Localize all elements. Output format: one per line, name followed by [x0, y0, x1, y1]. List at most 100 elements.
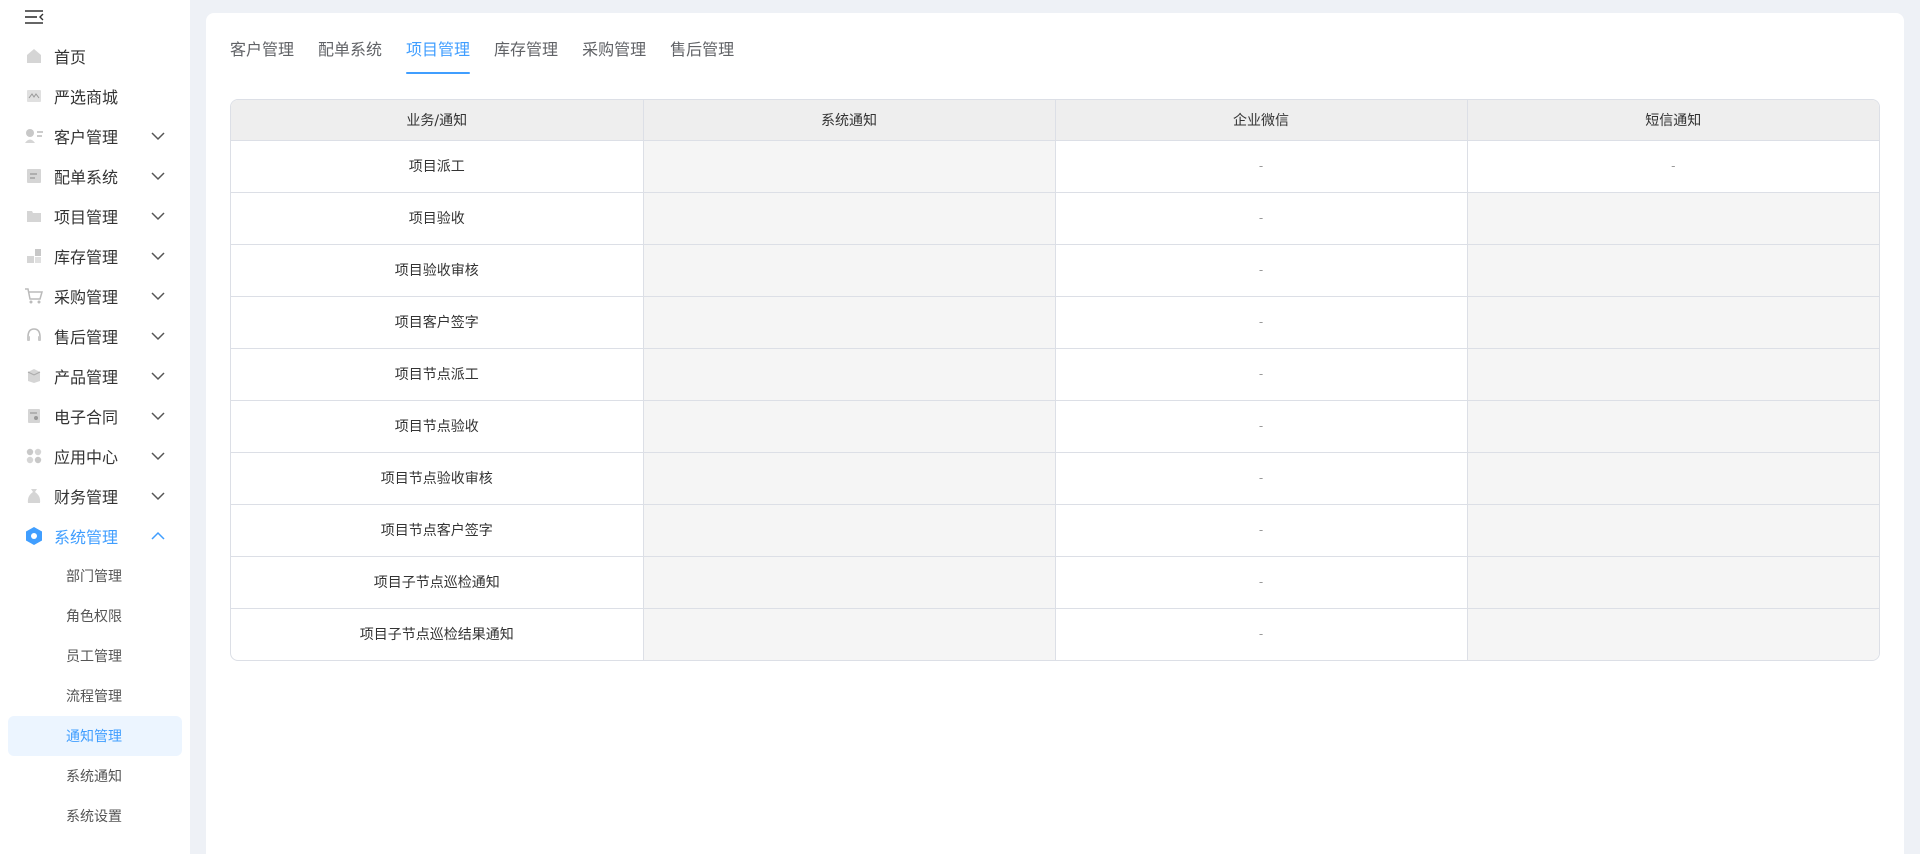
wecom-cell: - [1055, 244, 1468, 297]
table-row: 项目验收审核 - [231, 244, 1879, 297]
sidebar-item-label: 产品管理 [54, 368, 119, 387]
sidebar-item-label: 应用中心 [54, 448, 119, 467]
cart-icon [24, 286, 44, 306]
wecom-cell: - [1055, 608, 1468, 660]
chevron-down-icon [150, 488, 166, 504]
submenu-item-department[interactable]: 部门管理 [0, 556, 190, 596]
store-icon [24, 86, 44, 106]
row-business-name: 项目子节点巡检结果通知 [231, 608, 644, 660]
wecom-cell: - [1055, 296, 1468, 349]
tab-order-system[interactable]: 配单系统 [318, 38, 382, 86]
system-notice-cell [643, 244, 1056, 297]
row-business-name: 项目验收审核 [231, 244, 644, 297]
system-notice-cell [643, 400, 1056, 453]
system-notice-cell [643, 556, 1056, 609]
tab-after-sales[interactable]: 售后管理 [670, 38, 734, 86]
order-icon [24, 166, 44, 186]
sms-cell [1467, 452, 1879, 505]
sidebar-item-apps[interactable]: 应用中心 [0, 436, 190, 476]
row-business-name: 项目验收 [231, 192, 644, 245]
chevron-down-icon [150, 328, 166, 344]
apps-icon [24, 446, 44, 466]
tab-inventory[interactable]: 库存管理 [494, 38, 558, 86]
submenu-item-notification-management[interactable]: 通知管理 [8, 716, 182, 756]
system-notice-cell [643, 348, 1056, 401]
wecom-cell: - [1055, 192, 1468, 245]
system-notice-cell [643, 296, 1056, 349]
sidebar-item-label: 首页 [54, 48, 87, 67]
tab-purchase[interactable]: 采购管理 [582, 38, 646, 86]
submenu-item-workflow[interactable]: 流程管理 [0, 676, 190, 716]
sidebar-item-store[interactable]: 严选商城 [0, 76, 190, 116]
sidebar-item-system[interactable]: 系统管理 [0, 516, 190, 556]
wecom-cell: - [1055, 504, 1468, 557]
sidebar-item-label: 电子合同 [54, 408, 119, 427]
table-row: 项目节点派工 - [231, 348, 1879, 401]
sms-cell [1467, 244, 1879, 297]
folder-icon [24, 206, 44, 226]
sidebar-item-project[interactable]: 项目管理 [0, 196, 190, 236]
submenu-item-system-settings[interactable]: 系统设置 [0, 796, 190, 836]
system-notice-cell [643, 140, 1056, 193]
wecom-cell: - [1055, 556, 1468, 609]
customer-icon [24, 126, 44, 146]
row-business-name: 项目节点验收 [231, 400, 644, 453]
submenu-item-employees[interactable]: 员工管理 [0, 636, 190, 676]
sidebar-item-inventory[interactable]: 库存管理 [0, 236, 190, 276]
table-row: 项目节点验收审核 - [231, 452, 1879, 505]
sms-cell [1467, 504, 1879, 557]
sms-cell [1467, 556, 1879, 609]
sidebar-item-finance[interactable]: 财务管理 [0, 476, 190, 516]
sms-cell [1467, 400, 1879, 453]
sidebar: 首页 严选商城 客户管理 配单系统 项目管理 库存管理 采购管理 售后管理 产品… [0, 0, 190, 854]
sms-cell [1467, 296, 1879, 349]
inventory-icon [24, 246, 44, 266]
sidebar-item-order-system[interactable]: 配单系统 [0, 156, 190, 196]
table-row: 项目派工 - - [231, 140, 1879, 193]
module-tabs: 客户管理 配单系统 项目管理 库存管理 采购管理 售后管理 [230, 38, 758, 86]
finance-icon [24, 486, 44, 506]
sidebar-item-label: 客户管理 [54, 128, 119, 147]
sidebar-item-contract[interactable]: 电子合同 [0, 396, 190, 436]
row-business-name: 项目派工 [231, 140, 644, 193]
tab-customer[interactable]: 客户管理 [230, 38, 294, 86]
column-header-system-notice: 系统通知 [643, 100, 1056, 141]
chevron-down-icon [150, 408, 166, 424]
submenu-item-system-notice[interactable]: 系统通知 [0, 756, 190, 796]
row-business-name: 项目节点验收审核 [231, 452, 644, 505]
column-header-business: 业务/通知 [231, 100, 644, 141]
table-row: 项目节点验收 - [231, 400, 1879, 453]
chevron-down-icon [150, 288, 166, 304]
sidebar-item-after-sales[interactable]: 售后管理 [0, 316, 190, 356]
submenu-item-roles[interactable]: 角色权限 [0, 596, 190, 636]
wecom-cell: - [1055, 140, 1468, 193]
table-row: 项目客户签字 - [231, 296, 1879, 349]
sidebar-item-customer[interactable]: 客户管理 [0, 116, 190, 156]
headset-icon [24, 326, 44, 346]
chevron-down-icon [150, 168, 166, 184]
wecom-cell: - [1055, 348, 1468, 401]
column-header-wecom: 企业微信 [1055, 100, 1468, 141]
home-icon [24, 46, 44, 66]
sidebar-item-label: 财务管理 [54, 488, 119, 507]
sidebar-item-label: 系统管理 [54, 528, 119, 547]
sidebar-item-home[interactable]: 首页 [0, 36, 190, 76]
chevron-up-icon [150, 528, 166, 544]
system-notice-cell [643, 192, 1056, 245]
tab-project[interactable]: 项目管理 [406, 38, 471, 86]
sidebar-item-purchase[interactable]: 采购管理 [0, 276, 190, 316]
row-business-name: 项目客户签字 [231, 296, 644, 349]
wecom-cell: - [1055, 452, 1468, 505]
wecom-cell: - [1055, 400, 1468, 453]
box-icon [24, 366, 44, 386]
table-row: 项目子节点巡检结果通知 - [231, 608, 1879, 660]
sidebar-item-label: 项目管理 [54, 208, 119, 227]
chevron-down-icon [150, 208, 166, 224]
sidebar-item-label: 严选商城 [54, 88, 119, 107]
chevron-down-icon [150, 448, 166, 464]
row-business-name: 项目子节点巡检通知 [231, 556, 644, 609]
sidebar-item-product[interactable]: 产品管理 [0, 356, 190, 396]
chevron-down-icon [150, 368, 166, 384]
main-panel: 客户管理 配单系统 项目管理 库存管理 采购管理 售后管理 业务/通知 系统通知… [206, 13, 1904, 854]
collapse-menu-icon[interactable] [23, 8, 45, 26]
